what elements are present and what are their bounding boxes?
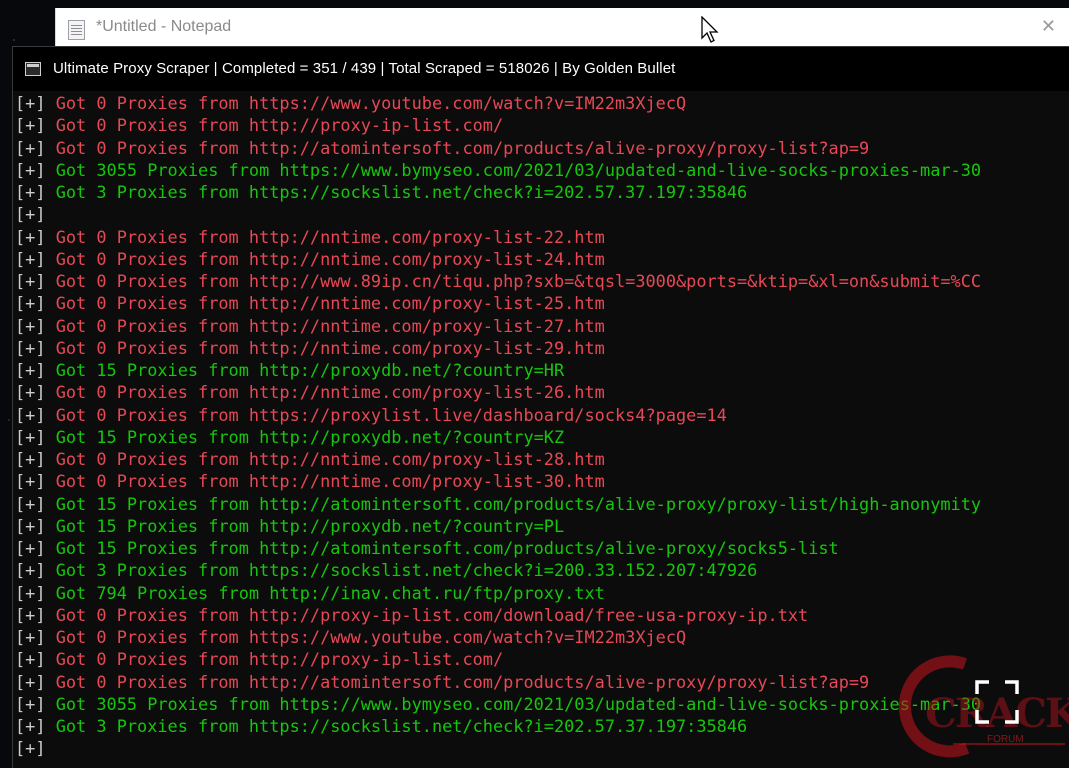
line-prefix: [+] xyxy=(15,604,46,625)
console-line: [+] Got 0 Proxies from http://nntime.com… xyxy=(15,448,1069,470)
line-text: Got 0 Proxies from http://atomintersoft.… xyxy=(55,137,870,158)
notepad-title: *Untitled - Notepad xyxy=(96,18,232,35)
console-line: [+] Got 0 Proxies from https://www.youtu… xyxy=(15,626,1069,648)
line-prefix: [+] xyxy=(15,426,46,447)
line-prefix: [+] xyxy=(15,204,46,225)
line-prefix: [+] xyxy=(15,137,46,158)
line-text: Got 15 Proxies from http://proxydb.net/?… xyxy=(55,515,565,536)
line-prefix: [+] xyxy=(15,226,46,247)
line-prefix: [+] xyxy=(15,315,46,336)
line-prefix: [+] xyxy=(15,337,46,358)
line-text: Got 0 Proxies from http://nntime.com/pro… xyxy=(55,337,605,358)
line-text: Got 3055 Proxies from https://www.bymyse… xyxy=(55,159,982,180)
line-text: Got 0 Proxies from https://www.youtube.c… xyxy=(55,627,687,647)
line-text: Got 0 Proxies from http://atomintersoft.… xyxy=(55,671,870,692)
line-text: Got 0 Proxies from https://www.youtube.c… xyxy=(55,93,687,113)
line-prefix: [+] xyxy=(15,716,46,736)
line-prefix: [+] xyxy=(15,693,46,714)
line-prefix: [+] xyxy=(15,738,46,759)
line-text: Got 15 Proxies from http://atomintersoft… xyxy=(55,538,839,558)
console-output[interactable]: [+] Got 0 Proxies from https://www.youtu… xyxy=(15,92,1069,760)
line-prefix: [+] xyxy=(15,360,46,380)
line-prefix: [+] xyxy=(15,271,46,291)
console-line: [+] Got 15 Proxies from http://atominter… xyxy=(15,537,1069,559)
console-line: [+] xyxy=(15,737,1069,759)
line-text: Got 3055 Proxies from https://www.bymyse… xyxy=(55,693,982,714)
line-prefix: [+] xyxy=(15,382,46,403)
console-line: [+] Got 3055 Proxies from https://www.by… xyxy=(15,693,1069,715)
notepad-close-button[interactable]: ✕ xyxy=(1041,16,1056,37)
console-title: Ultimate Proxy Scraper | Completed = 351… xyxy=(53,60,676,77)
line-text: Got 0 Proxies from http://nntime.com/pro… xyxy=(55,293,605,314)
line-text: Got 0 Proxies from http://nntime.com/pro… xyxy=(55,471,605,492)
line-prefix: [+] xyxy=(15,560,46,581)
console-app-icon xyxy=(25,62,41,76)
line-prefix: [+] xyxy=(15,182,46,202)
line-text: Got 0 Proxies from http://nntime.com/pro… xyxy=(55,226,605,247)
console-line: [+] Got 0 Proxies from http://proxy-ip-l… xyxy=(15,648,1069,670)
console-line: [+] Got 0 Proxies from http://proxy-ip-l… xyxy=(15,114,1069,136)
line-prefix: [+] xyxy=(15,248,46,269)
line-prefix: [+] xyxy=(15,159,46,180)
mouse-cursor-icon xyxy=(701,16,719,43)
console-line: [+] Got 0 Proxies from http://nntime.com… xyxy=(15,337,1069,359)
console-line: [+] Got 0 Proxies from http://atominters… xyxy=(15,671,1069,693)
notepad-icon xyxy=(68,20,85,40)
line-prefix: [+] xyxy=(15,671,46,692)
console-line: [+] Got 0 Proxies from http://nntime.com… xyxy=(15,248,1069,270)
line-text: Got 0 Proxies from http://nntime.com/pro… xyxy=(55,248,605,269)
line-prefix: [+] xyxy=(15,493,46,514)
console-line: [+] Got 0 Proxies from http://nntime.com… xyxy=(15,381,1069,403)
line-text: Got 0 Proxies from http://nntime.com/pro… xyxy=(55,382,605,403)
console-line: [+] Got 0 Proxies from http://nntime.com… xyxy=(15,470,1069,492)
line-text: Got 0 Proxies from http://nntime.com/pro… xyxy=(55,315,605,336)
line-prefix: [+] xyxy=(15,293,46,314)
line-text: Got 15 Proxies from http://atomintersoft… xyxy=(55,493,982,514)
console-line: [+] Got 0 Proxies from http://atominters… xyxy=(15,137,1069,159)
line-text: Got 0 Proxies from http://proxy-ip-list.… xyxy=(55,649,504,670)
line-text: Got 0 Proxies from https://proxylist.liv… xyxy=(55,404,727,425)
line-text: Got 0 Proxies from http://www.89ip.cn/ti… xyxy=(55,271,982,291)
line-prefix: [+] xyxy=(15,582,46,603)
line-prefix: [+] xyxy=(15,538,46,558)
line-text: Got 3 Proxies from https://sockslist.net… xyxy=(55,560,758,581)
line-prefix: [+] xyxy=(15,471,46,492)
console-window[interactable]: Ultimate Proxy Scraper | Completed = 351… xyxy=(12,46,1069,768)
fullscreen-icon[interactable] xyxy=(973,678,1021,726)
console-line: [+] Got 3055 Proxies from https://www.by… xyxy=(15,159,1069,181)
console-line: [+] Got 15 Proxies from http://proxydb.n… xyxy=(15,359,1069,381)
console-line: [+] Got 15 Proxies from http://atominter… xyxy=(15,493,1069,515)
console-line: [+] Got 3 Proxies from https://sockslist… xyxy=(15,181,1069,203)
console-line: [+] Got 3 Proxies from https://sockslist… xyxy=(15,715,1069,737)
console-line: [+] Got 0 Proxies from http://nntime.com… xyxy=(15,315,1069,337)
line-prefix: [+] xyxy=(15,515,46,536)
line-text: Got 794 Proxies from http://inav.chat.ru… xyxy=(55,582,605,603)
line-prefix: [+] xyxy=(15,115,46,136)
console-line: [+] Got 0 Proxies from http://www.89ip.c… xyxy=(15,270,1069,292)
line-text: Got 3 Proxies from https://sockslist.net… xyxy=(55,182,748,202)
line-text: Got 15 Proxies from http://proxydb.net/?… xyxy=(55,360,565,380)
console-line: [+] xyxy=(15,203,1069,225)
console-line: [+] Got 0 Proxies from http://nntime.com… xyxy=(15,226,1069,248)
console-line: [+] Got 0 Proxies from https://www.youtu… xyxy=(15,92,1069,114)
console-line: [+] Got 15 Proxies from http://proxydb.n… xyxy=(15,426,1069,448)
console-line: [+] Got 0 Proxies from http://proxy-ip-l… xyxy=(15,604,1069,626)
line-text: Got 0 Proxies from http://nntime.com/pro… xyxy=(55,449,605,469)
console-line: [+] Got 3 Proxies from https://sockslist… xyxy=(15,559,1069,581)
line-prefix: [+] xyxy=(15,627,46,647)
line-prefix: [+] xyxy=(15,404,46,425)
console-line: [+] Got 794 Proxies from http://inav.cha… xyxy=(15,582,1069,604)
console-line: [+] Got 0 Proxies from https://proxylist… xyxy=(15,404,1069,426)
line-prefix: [+] xyxy=(15,649,46,670)
line-prefix: [+] xyxy=(15,449,46,469)
line-text: Got 0 Proxies from http://proxy-ip-list.… xyxy=(55,604,809,625)
line-prefix: [+] xyxy=(15,93,46,113)
console-line: [+] Got 15 Proxies from http://proxydb.n… xyxy=(15,515,1069,537)
line-text: Got 3 Proxies from https://sockslist.net… xyxy=(55,716,748,736)
line-text: Got 0 Proxies from http://proxy-ip-list.… xyxy=(55,115,504,136)
console-titlebar[interactable]: Ultimate Proxy Scraper | Completed = 351… xyxy=(13,47,1069,91)
line-text: Got 15 Proxies from http://proxydb.net/?… xyxy=(55,426,565,447)
console-line: [+] Got 0 Proxies from http://nntime.com… xyxy=(15,292,1069,314)
